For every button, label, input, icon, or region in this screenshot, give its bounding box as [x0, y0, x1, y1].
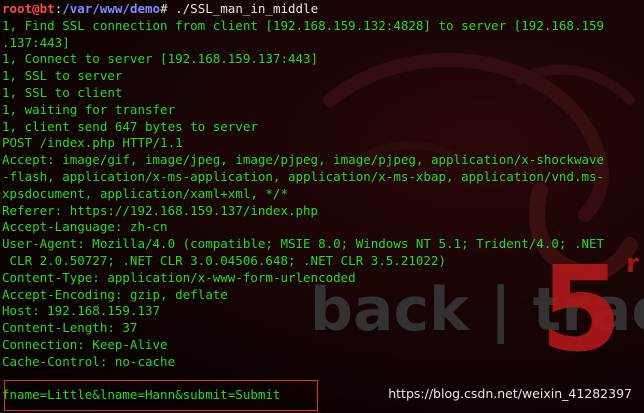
output-line: 1, SSL to server: [2, 68, 123, 84]
output-line: Host: 192.168.159.137: [2, 303, 161, 319]
output-line: CLR 2.0.50727; .NET CLR 3.0.04506.648; .…: [2, 252, 447, 268]
output-line: xpsdocument, application/xaml+xml, */*: [2, 185, 288, 201]
prompt-symbol: #: [160, 1, 168, 16]
output-line: 1, Connect to server [192.168.159.137:44…: [2, 51, 319, 67]
output-line: Content-Length: 37: [2, 320, 138, 336]
output-line: 1, SSL to client: [2, 84, 123, 100]
output-line: Connection: Keep-Alive: [2, 336, 168, 352]
prompt-user-host: root@bt: [2, 1, 55, 16]
post-body-highlight: [4, 380, 318, 411]
shell-prompt-line: root@bt:/var/www/demo# ./SSL_man_in_midd…: [2, 1, 642, 18]
prompt-path: /var/www/demo: [62, 1, 161, 16]
terminal-window[interactable]: back | track 5 r root@bt:/var/www/demo# …: [0, 0, 644, 413]
output-line: 1, waiting for transfer: [2, 101, 176, 117]
output-line: Accept-Language: zh-cn: [2, 219, 168, 235]
output-line: -flash, application/x-ms-application, ap…: [2, 168, 605, 184]
output-line: Cache-Control: no-cache: [2, 353, 176, 369]
output-line: Content-Type: application/x-www-form-url…: [2, 269, 356, 285]
output-line: Accept: image/gif, image/jpeg, image/pjp…: [2, 152, 605, 168]
csdn-watermark: https://blog.csdn.net/weixin_41282397: [388, 386, 632, 401]
prompt-command: ./SSL_man_in_middle: [167, 1, 319, 16]
output-line: 1, Find SSL connection from client [192.…: [2, 17, 605, 33]
output-line: POST /index.php HTTP/1.1: [2, 135, 183, 151]
output-line: .137:443]: [2, 34, 70, 50]
output-line: Accept-Encoding: gzip, deflate: [2, 286, 228, 302]
output-line: User-Agent: Mozilla/4.0 (compatible; MSI…: [2, 236, 605, 252]
output-line: 1, client send 647 bytes to server: [2, 118, 258, 134]
terminal-output: root@bt:/var/www/demo# ./SSL_man_in_midd…: [2, 1, 642, 404]
output-line: Referer: https://192.168.159.137/index.p…: [2, 202, 319, 218]
